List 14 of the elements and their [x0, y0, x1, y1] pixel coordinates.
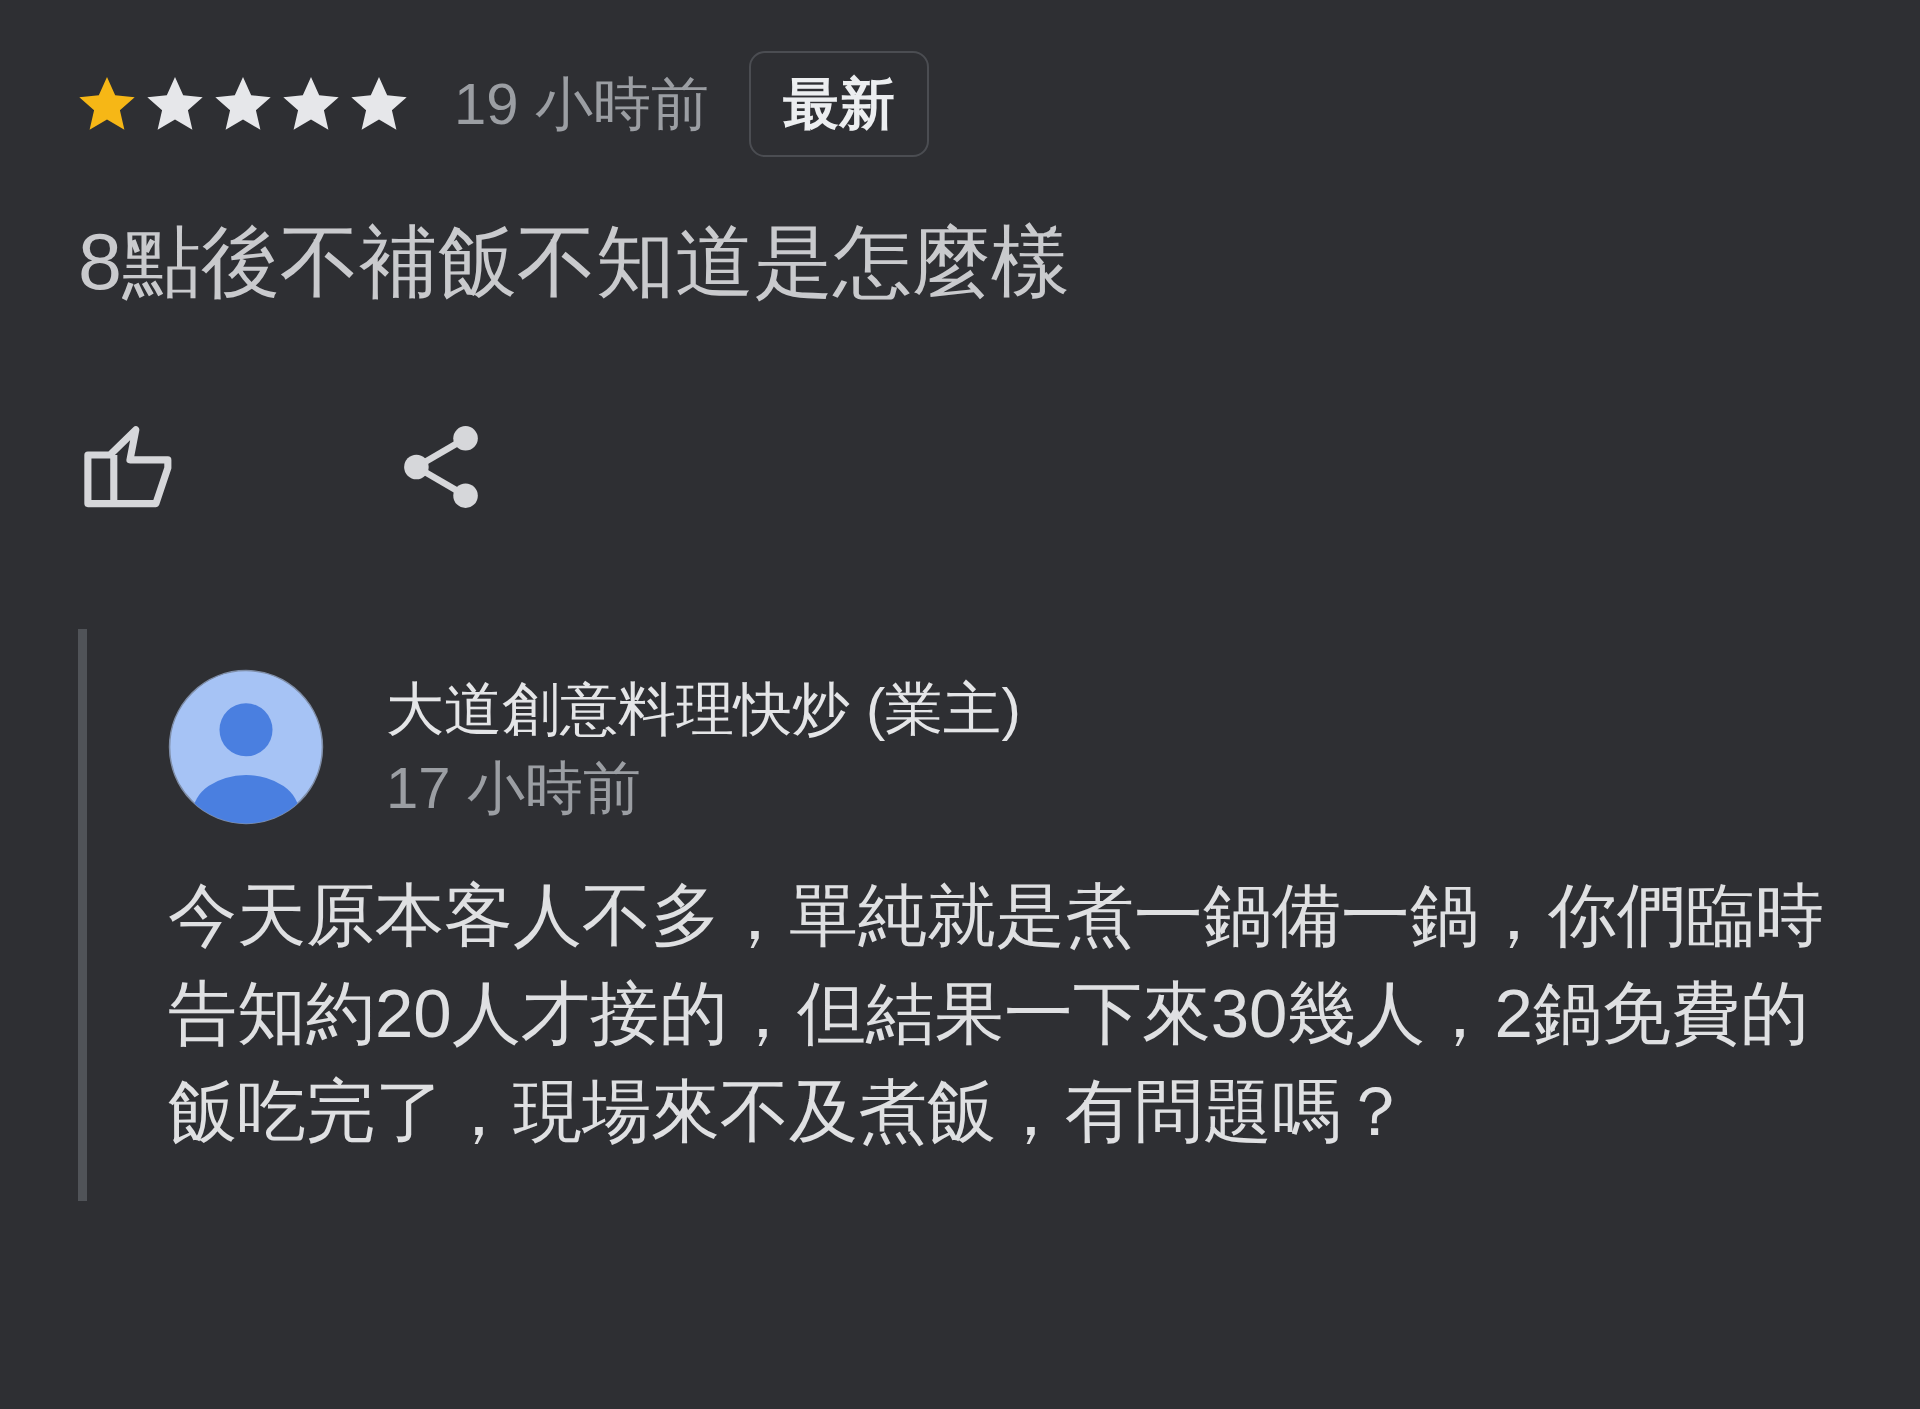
share-icon: [403, 424, 481, 510]
star-icon: [282, 76, 340, 132]
star-icon: [214, 76, 272, 132]
review-time: 19 小時前: [454, 70, 709, 138]
review-text: 8點後不補飯不知道是怎麼樣: [78, 216, 1070, 308]
reply-time: 17 小時前: [386, 755, 641, 821]
owner-name: 大道創意料理快炒 (業主): [386, 676, 1021, 742]
star-icon: [350, 76, 408, 132]
star-icon: [146, 76, 204, 132]
latest-badge: 最新: [748, 51, 929, 157]
avatar-icon: [168, 669, 324, 825]
thumbs-up-icon: [84, 425, 174, 509]
reply-text: 今天原本客人不多，單純就是煮一鍋備一鍋，你們臨時告知約20人才接的，但結果一下來30幾人，2鍋免費的飯吃完了，現場來不及煮飯，有問題嗎？: [168, 876, 1825, 1152]
star-icon: [78, 76, 136, 132]
